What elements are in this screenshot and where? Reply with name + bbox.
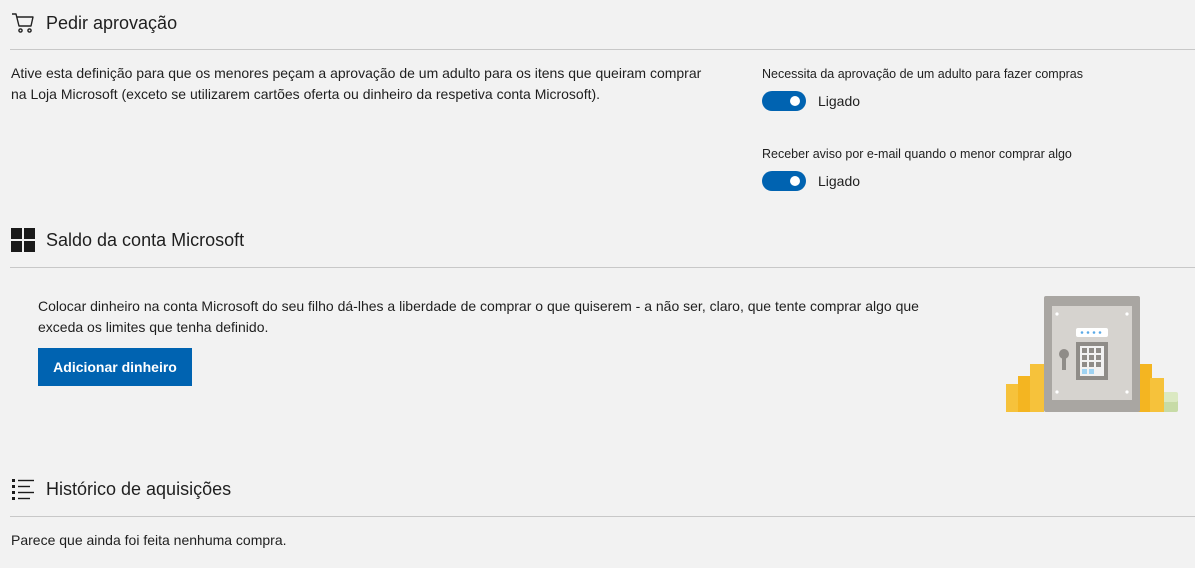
history-section-title: Histórico de aquisições — [46, 478, 232, 499]
balance-divider — [10, 267, 1195, 268]
require-approval-setting: Necessita da aprovação de um adulto para… — [762, 65, 1083, 111]
toggle-knob — [790, 176, 800, 186]
email-notification-setting: Receber aviso por e-mail quando o menor … — [762, 145, 1072, 191]
email-notification-toggle[interactable] — [762, 171, 806, 191]
history-divider — [10, 516, 1195, 517]
balance-section-title: Saldo da conta Microsoft — [46, 229, 245, 250]
list-icon — [10, 476, 36, 502]
family-settings-page: Pedir aprovação Ative esta definição par… — [0, 0, 1195, 568]
cart-icon — [10, 10, 36, 36]
balance-description-line-2: exceda os limites que tenha definido. — [38, 319, 269, 335]
require-approval-state: Ligado — [818, 93, 861, 109]
email-notification-label: Receber aviso por e-mail quando o menor … — [762, 147, 1072, 161]
windows-logo-icon — [10, 227, 36, 253]
balance-section-header: Saldo da conta Microsoft — [10, 227, 244, 253]
toggle-knob — [790, 96, 800, 106]
history-empty-text: Parece que ainda foi feita nenhuma compr… — [11, 532, 287, 548]
approval-divider — [10, 49, 1195, 50]
safe-with-coins-illustration — [1000, 292, 1180, 421]
approval-description: Ative esta definição para que os menores… — [11, 63, 751, 105]
approval-section-header: Pedir aprovação — [10, 10, 177, 36]
balance-description: Colocar dinheiro na conta Microsoft do s… — [38, 296, 998, 338]
add-money-button[interactable]: Adicionar dinheiro — [38, 348, 192, 386]
balance-description-line-1: Colocar dinheiro na conta Microsoft do s… — [38, 298, 919, 314]
approval-description-line-2: na Loja Microsoft (exceto se utilizarem … — [11, 86, 601, 102]
approval-section-title: Pedir aprovação — [46, 12, 178, 33]
require-approval-toggle[interactable] — [762, 91, 806, 111]
email-notification-state: Ligado — [818, 173, 861, 189]
history-section-header: Histórico de aquisições — [10, 476, 231, 502]
approval-description-line-1: Ative esta definição para que os menores… — [11, 65, 702, 81]
require-approval-label: Necessita da aprovação de um adulto para… — [762, 67, 1084, 81]
